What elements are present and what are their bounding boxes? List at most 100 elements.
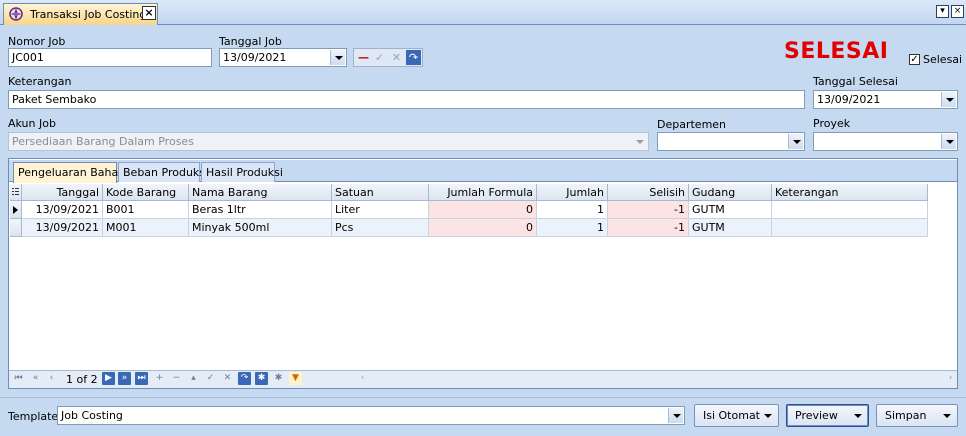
template-dropdown-icon[interactable]: [668, 408, 683, 423]
tanggal-job-datepicker[interactable]: 13/09/2021: [219, 48, 347, 67]
table-cell-kode-barang[interactable]: B001: [103, 201, 189, 219]
row-indicator-current[interactable]: [10, 201, 22, 219]
refresh-record-icon[interactable]: ↷: [238, 372, 251, 385]
departemen-select[interactable]: [657, 132, 805, 151]
akun-job-value: Persediaan Barang Dalam Proses: [12, 135, 194, 148]
table-cell-satuan[interactable]: Liter: [332, 201, 429, 219]
table-cell-satuan[interactable]: Pcs: [332, 219, 429, 237]
column-header-gudang[interactable]: Gudang: [689, 184, 772, 201]
post-check-icon[interactable]: ✓: [372, 50, 387, 65]
table-cell-nama-barang[interactable]: Beras 1ltr: [189, 201, 332, 219]
table-cell-tanggal[interactable]: 13/09/2021: [22, 201, 103, 219]
tanggal-selesai-value: 13/09/2021: [817, 93, 881, 106]
nomor-job-input[interactable]: JC001: [8, 48, 212, 67]
akun-job-label: Akun Job: [8, 117, 56, 130]
column-header-kode-barang[interactable]: Kode Barang: [103, 184, 189, 201]
isi-otomat-dropdown-icon: [764, 414, 772, 418]
refresh-icon[interactable]: ↷: [406, 50, 421, 65]
insert-record-icon[interactable]: +: [153, 372, 166, 385]
departemen-dropdown-icon[interactable]: [788, 134, 803, 149]
first-page-icon[interactable]: ⏮: [12, 372, 25, 385]
grid-navigator-bar: [9, 370, 957, 388]
table-cell-kode-barang[interactable]: M001: [103, 219, 189, 237]
akun-job-select: Persediaan Barang Dalam Proses: [8, 132, 649, 151]
departemen-label: Departemen: [657, 118, 727, 131]
template-value: Job Costing: [61, 409, 123, 422]
delete-icon[interactable]: —: [356, 50, 371, 65]
window-close-icon[interactable]: ×: [951, 5, 964, 18]
column-header-selisih[interactable]: Selisih: [608, 184, 689, 201]
proyek-dropdown-icon[interactable]: [941, 134, 956, 149]
record-navigator-box: — ✓ ✕ ↷: [353, 48, 423, 67]
prev-page-icon[interactable]: «: [29, 372, 42, 385]
table-cell-nama-barang[interactable]: Minyak 500ml: [189, 219, 332, 237]
selesai-checkbox[interactable]: ✓: [909, 54, 920, 65]
goto-bookmark-icon[interactable]: ✱: [272, 372, 285, 385]
tab-close-icon[interactable]: ×: [142, 6, 156, 20]
app-compass-icon: [8, 6, 24, 22]
column-header-jumlah[interactable]: Jumlah: [537, 184, 608, 201]
isi-otomat-label: Isi Otomat: [703, 409, 760, 422]
table-cell-jumlah-formula[interactable]: 0: [429, 219, 537, 237]
document-tab[interactable]: Transaksi Job Costing ×: [3, 3, 158, 25]
table-cell-tanggal[interactable]: 13/09/2021: [22, 219, 103, 237]
grid-column-chooser-icon[interactable]: [10, 184, 22, 201]
column-header-keterangan[interactable]: Keterangan: [772, 184, 928, 201]
keterangan-input[interactable]: Paket Sembako: [8, 90, 805, 109]
table-cell-keterangan[interactable]: [772, 201, 928, 219]
tanggal-selesai-label: Tanggal Selesai: [813, 75, 898, 88]
akun-job-dropdown-icon: [632, 134, 647, 149]
isi-otomat-button[interactable]: Isi Otomat: [694, 404, 779, 427]
scroll-left-icon[interactable]: ‹: [356, 372, 369, 385]
column-header-tanggal[interactable]: Tanggal: [22, 184, 103, 201]
row-indicator[interactable]: [10, 219, 22, 237]
table-cell-selisih[interactable]: -1: [608, 219, 689, 237]
selesai-checkbox-label: Selesai: [923, 53, 963, 66]
table-cell-keterangan[interactable]: [772, 219, 928, 237]
simpan-dropdown-icon: [943, 414, 951, 418]
preview-button[interactable]: Preview: [786, 404, 869, 427]
table-cell-jumlah-formula[interactable]: 0: [429, 201, 537, 219]
scroll-right-icon[interactable]: ›: [944, 372, 957, 385]
nomor-job-label: Nomor Job: [8, 35, 66, 48]
tanggal-selesai-datepicker[interactable]: 13/09/2021: [813, 90, 958, 109]
next-page-icon[interactable]: »: [118, 372, 131, 385]
window-menu-icon[interactable]: ▾: [936, 5, 949, 18]
tanggal-selesai-dropdown-icon[interactable]: [941, 92, 956, 107]
table-cell-selisih[interactable]: -1: [608, 201, 689, 219]
tab-pengeluaran-bahan[interactable]: Pengeluaran Bahan: [13, 162, 125, 183]
proyek-label: Proyek: [813, 117, 851, 130]
preview-label: Preview: [795, 409, 838, 422]
delete-record-icon[interactable]: −: [170, 372, 183, 385]
simpan-label: Simpan: [885, 409, 927, 422]
edit-record-icon[interactable]: ▴: [187, 372, 200, 385]
cancel-x-icon[interactable]: ✕: [389, 50, 404, 65]
cancel-record-icon[interactable]: ✕: [221, 372, 234, 385]
table-cell-gudang[interactable]: GUTM: [689, 201, 772, 219]
table-cell-jumlah[interactable]: 1: [537, 201, 608, 219]
table-cell-gudang[interactable]: GUTM: [689, 219, 772, 237]
template-select[interactable]: Job Costing: [57, 406, 685, 425]
tab-beban-produksi[interactable]: Beban Produksi: [118, 162, 208, 182]
table-cell-jumlah[interactable]: 1: [537, 219, 608, 237]
column-header-nama-barang[interactable]: Nama Barang: [189, 184, 332, 201]
next-record-icon[interactable]: ▶: [102, 372, 115, 385]
preview-dropdown-icon: [854, 414, 862, 418]
template-label: Template: [8, 410, 59, 423]
post-record-icon[interactable]: ✓: [204, 372, 217, 385]
proyek-select[interactable]: [813, 132, 958, 151]
page-indicator: 1 of 2: [66, 373, 98, 386]
tanggal-job-label: Tanggal Job: [219, 35, 282, 48]
filter-icon[interactable]: ▼: [289, 372, 302, 385]
simpan-button[interactable]: Simpan: [876, 404, 958, 427]
last-page-icon[interactable]: ⏭: [135, 372, 148, 385]
prev-record-icon[interactable]: ‹: [45, 372, 58, 385]
tab-hasil-produksi[interactable]: Hasil Produksi: [201, 162, 283, 182]
bookmark-icon[interactable]: ✱: [255, 372, 268, 385]
column-header-satuan[interactable]: Satuan: [332, 184, 429, 201]
document-tab-title: Transaksi Job Costing: [30, 8, 147, 21]
keterangan-label: Keterangan: [8, 75, 72, 88]
column-header-jumlah-formula[interactable]: Jumlah Formula: [429, 184, 537, 201]
tanggal-job-value: 13/09/2021: [223, 51, 287, 64]
tanggal-job-dropdown-icon[interactable]: [330, 50, 345, 65]
